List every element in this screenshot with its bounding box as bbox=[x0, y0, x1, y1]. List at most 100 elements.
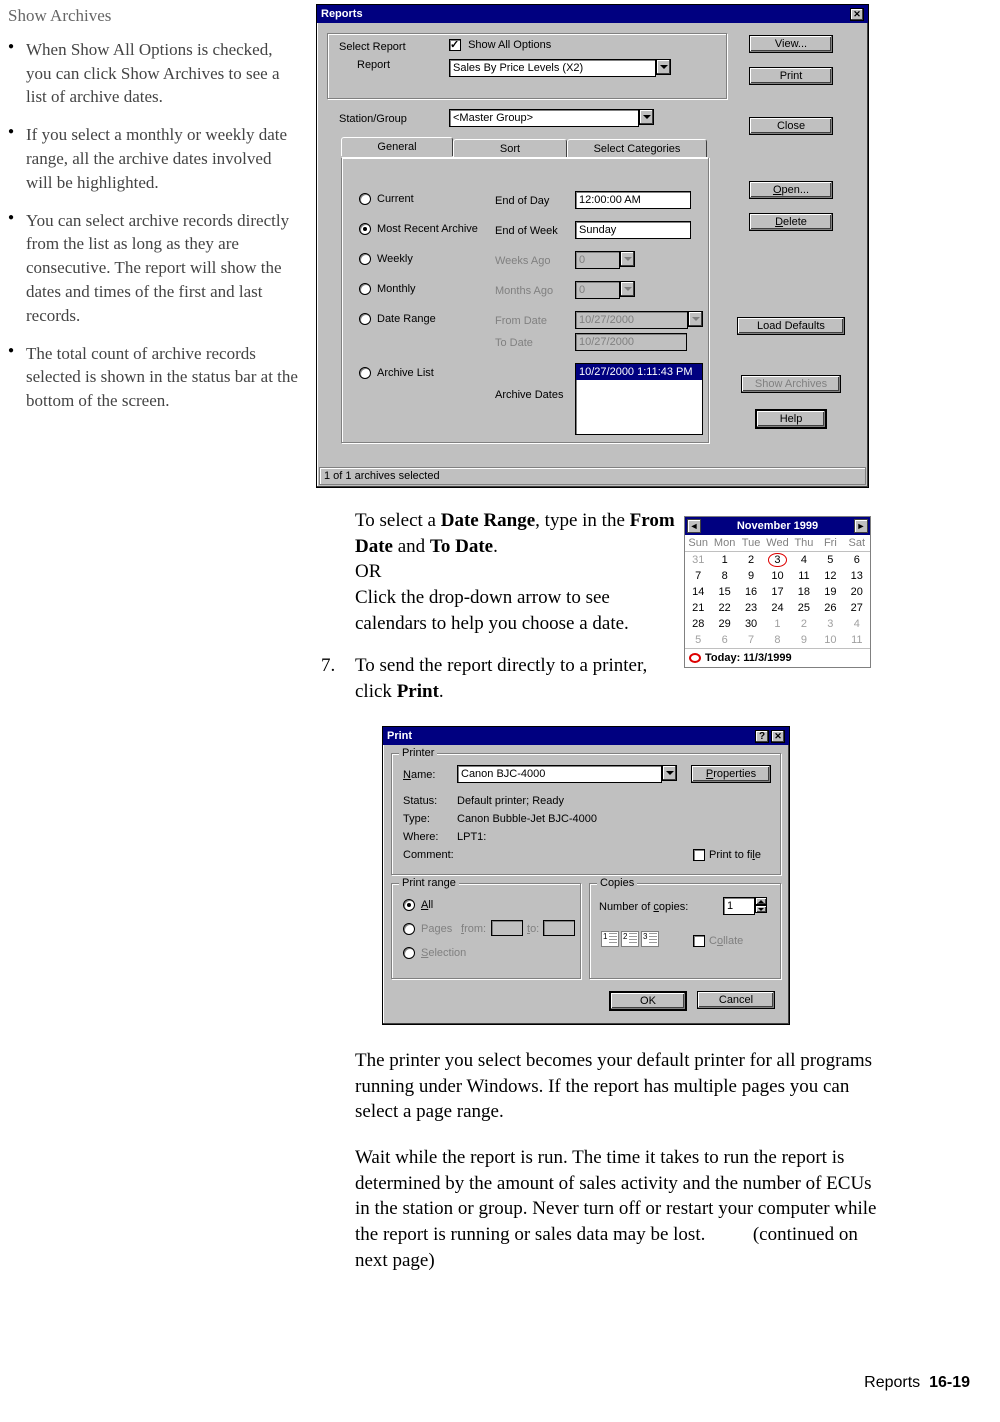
calendar-day[interactable]: 8 bbox=[711, 568, 737, 584]
calendar-day[interactable]: 7 bbox=[738, 632, 764, 648]
calendar-day[interactable]: 6 bbox=[844, 552, 870, 568]
tab-general[interactable]: General bbox=[341, 137, 453, 156]
copies-spinner[interactable]: 1 bbox=[723, 897, 767, 915]
titlebar[interactable]: Reports ✕ bbox=[317, 5, 868, 23]
end-of-day-field[interactable]: 12:00:00 AM bbox=[575, 191, 691, 209]
calendar-day[interactable]: 18 bbox=[791, 584, 817, 600]
properties-button[interactable]: Properties bbox=[691, 765, 771, 783]
next-month-icon[interactable]: ► bbox=[854, 519, 868, 533]
chevron-down-icon[interactable] bbox=[639, 109, 654, 125]
printer-name-dropdown[interactable]: Canon BJC-4000 bbox=[457, 765, 677, 783]
calendar-day[interactable]: 13 bbox=[844, 568, 870, 584]
calendar-day[interactable]: 28 bbox=[685, 616, 711, 632]
calendar-popup[interactable]: ◄ November 1999 ► SunMonTueWedThuFriSat … bbox=[684, 516, 871, 668]
radio-all[interactable]: All bbox=[403, 899, 433, 911]
radio-weekly[interactable]: Weekly bbox=[359, 253, 413, 265]
calendar-day[interactable]: 22 bbox=[711, 600, 737, 616]
calendar-day[interactable]: 11 bbox=[791, 568, 817, 584]
help-icon[interactable]: ? bbox=[755, 730, 769, 743]
radio-current[interactable]: Current bbox=[359, 193, 414, 205]
tab-sort[interactable]: Sort bbox=[453, 139, 567, 158]
archive-list[interactable]: 10/27/2000 1:11:43 PM bbox=[575, 363, 703, 435]
load-defaults-button[interactable]: Load Defaults bbox=[737, 317, 845, 335]
archive-list-item[interactable]: 10/27/2000 1:11:43 PM bbox=[576, 364, 702, 380]
calendar-day[interactable]: 20 bbox=[844, 584, 870, 600]
calendar-day[interactable]: 9 bbox=[738, 568, 764, 584]
calendar-day[interactable]: 10 bbox=[817, 632, 843, 648]
station-group-dropdown[interactable]: <Master Group> bbox=[449, 109, 654, 127]
ok-button[interactable]: OK bbox=[609, 991, 687, 1011]
calendar-day-header: Sun bbox=[685, 535, 711, 552]
calendar-day[interactable]: 12 bbox=[817, 568, 843, 584]
calendar-day[interactable]: 8 bbox=[764, 632, 790, 648]
label-type: Type: bbox=[403, 813, 430, 825]
calendar-day[interactable]: 2 bbox=[791, 616, 817, 632]
calendar-day[interactable]: 7 bbox=[685, 568, 711, 584]
label-comment: Comment: bbox=[403, 849, 454, 861]
radio-pages: Pages bbox=[403, 923, 452, 935]
calendar-day[interactable]: 21 bbox=[685, 600, 711, 616]
close-icon[interactable]: ✕ bbox=[850, 8, 864, 21]
calendar-day[interactable]: 9 bbox=[791, 632, 817, 648]
calendar-day[interactable]: 1 bbox=[764, 616, 790, 632]
chevron-down-icon[interactable] bbox=[662, 765, 677, 781]
calendar-day[interactable]: 31 bbox=[685, 552, 711, 568]
calendar-day[interactable]: 11 bbox=[844, 632, 870, 648]
page-footer: Reports 16-19 bbox=[864, 1374, 970, 1392]
calendar-day[interactable]: 10 bbox=[764, 568, 790, 584]
show-archives-button[interactable]: Show Archives bbox=[741, 375, 841, 393]
close-button[interactable]: Close bbox=[749, 117, 833, 135]
chevron-down-icon bbox=[620, 281, 635, 297]
radio-date-range[interactable]: Date Range bbox=[359, 313, 436, 325]
tab-select-categories[interactable]: Select Categories bbox=[567, 139, 707, 158]
calendar-day[interactable]: 27 bbox=[844, 600, 870, 616]
radio-archive-list[interactable]: Archive List bbox=[359, 367, 434, 379]
calendar-day[interactable]: 6 bbox=[711, 632, 737, 648]
spin-up-icon[interactable] bbox=[755, 897, 767, 905]
print-button[interactable]: Print bbox=[749, 67, 833, 85]
calendar-day[interactable]: 4 bbox=[844, 616, 870, 632]
calendar-day[interactable]: 14 bbox=[685, 584, 711, 600]
open-button[interactable]: Open... bbox=[749, 181, 833, 199]
calendar-day[interactable]: 2 bbox=[738, 552, 764, 568]
calendar-day[interactable]: 3 bbox=[764, 552, 790, 568]
cancel-button[interactable]: Cancel bbox=[697, 991, 775, 1009]
help-button[interactable]: Help bbox=[755, 409, 827, 429]
calendar-day[interactable]: 5 bbox=[817, 552, 843, 568]
spin-down-icon[interactable] bbox=[755, 905, 767, 913]
report-dropdown[interactable]: Sales By Price Levels (X2) bbox=[449, 59, 671, 77]
sidebar-bullet: The total count of archive records selec… bbox=[8, 342, 300, 413]
titlebar[interactable]: Print ? ✕ bbox=[383, 727, 789, 745]
after-print-p2: Wait while the report is run. The time i… bbox=[355, 1145, 880, 1273]
calendar-day[interactable]: 26 bbox=[817, 600, 843, 616]
collate-check: Collate bbox=[693, 935, 743, 947]
calendar-today-row[interactable]: Today: 11/3/1999 bbox=[685, 648, 870, 667]
label-months-ago: Months Ago bbox=[495, 285, 553, 297]
show-all-options-check[interactable]: Show All Options bbox=[449, 39, 551, 51]
sidebar-bullet: You can select archive records directly … bbox=[8, 209, 300, 328]
calendar-day[interactable]: 15 bbox=[711, 584, 737, 600]
calendar-day[interactable]: 30 bbox=[738, 616, 764, 632]
chevron-down-icon[interactable] bbox=[656, 59, 671, 75]
calendar-day[interactable]: 4 bbox=[791, 552, 817, 568]
radio-monthly[interactable]: Monthly bbox=[359, 283, 416, 295]
calendar-day[interactable]: 23 bbox=[738, 600, 764, 616]
calendar-day[interactable]: 17 bbox=[764, 584, 790, 600]
calendar-day[interactable]: 19 bbox=[817, 584, 843, 600]
prev-month-icon[interactable]: ◄ bbox=[687, 519, 701, 533]
calendar-day[interactable]: 16 bbox=[738, 584, 764, 600]
view-button[interactable]: View... bbox=[749, 35, 833, 53]
radio-most-recent-archive[interactable]: Most Recent Archive bbox=[359, 223, 478, 235]
calendar-day[interactable]: 25 bbox=[791, 600, 817, 616]
delete-button[interactable]: Delete bbox=[749, 213, 833, 231]
calendar-day[interactable]: 3 bbox=[817, 616, 843, 632]
calendar-day[interactable]: 29 bbox=[711, 616, 737, 632]
calendar-day[interactable]: 5 bbox=[685, 632, 711, 648]
calendar-day[interactable]: 24 bbox=[764, 600, 790, 616]
calendar-day[interactable]: 1 bbox=[711, 552, 737, 568]
end-of-week-field[interactable]: Sunday bbox=[575, 221, 691, 239]
weeks-ago-field: 0 bbox=[575, 251, 635, 269]
months-ago-field: 0 bbox=[575, 281, 635, 299]
print-to-file-check[interactable]: Print to file bbox=[693, 849, 761, 861]
close-icon[interactable]: ✕ bbox=[771, 730, 785, 743]
